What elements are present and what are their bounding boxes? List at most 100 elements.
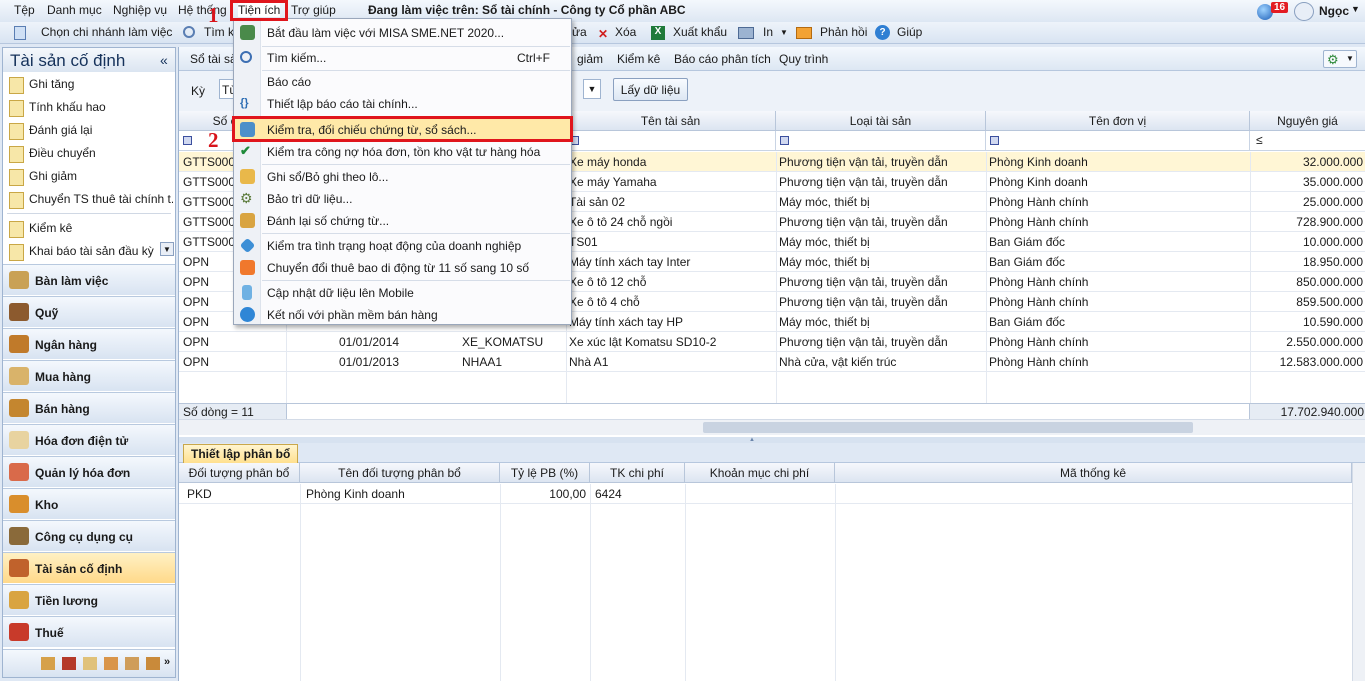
menu-item-connect-sales-software[interactable]: Kết nối với phần mềm bán hàng [234,304,571,326]
shortcut-einvoice-icon[interactable] [83,657,97,670]
print-button[interactable]: In [763,25,773,39]
module-thue[interactable]: Thuế [3,616,175,647]
menu-system[interactable]: Hệ thống [178,3,227,17]
cell-unit: Ban Giám đốc [989,315,1066,329]
subtab-ghi-giam[interactable]: giảm [577,52,603,66]
menu-catalog[interactable]: Danh mục [47,3,102,17]
feedback-button[interactable]: Phản hồi [820,25,867,39]
menu-help[interactable]: Trợ giúp [291,3,336,17]
menu-item-financial-report-setup[interactable]: {} Thiết lập báo cáo tài chính... [234,93,571,115]
filter-cell-unit-name[interactable] [986,131,1250,151]
detail-vertical-scrollbar[interactable] [1352,463,1365,681]
menu-item-check-debt-inventory[interactable]: ✔ Kiểm tra công nợ hóa đơn, tồn kho vật t… [234,141,571,163]
module-hoa-don-dien-tu[interactable]: Hóa đơn điện tử [3,424,175,455]
toolbar: Chọn chi nhánh làm việc Tìm k ửa ✕ Xóa X… [0,22,1365,44]
column-header-asset-type[interactable]: Loại tài sản [776,111,986,131]
cell-code: NHAA1 [462,355,503,369]
menu-item-update-mobile[interactable]: Cập nhật dữ liệu lên Mobile [234,282,571,304]
cell-doc: OPN [183,335,210,349]
link-ghi-giam[interactable]: Ghi giảm [7,166,173,188]
module-kho[interactable]: Kho [3,488,175,519]
menu-item-renumber-documents[interactable]: Đánh lại số chứng từ... [234,210,571,232]
subtab-quy-trinh[interactable]: Quy trình [779,52,828,66]
detail-header-object-name[interactable]: Tên đối tượng phân bổ [300,463,500,483]
subtab-kiem-ke[interactable]: Kiểm kê [617,52,660,66]
print-chevron-icon[interactable]: ▼ [780,28,788,37]
link-tinh-khau-hao[interactable]: Tính khấu hao [7,97,173,119]
column-header-label: Nguyên giá [1277,114,1338,128]
detail-header-rate[interactable]: Tỷ lệ PB (%) [500,463,590,483]
module-cong-cu-dung-cu[interactable]: Công cụ dụng cụ [3,520,175,551]
filter-cell-asset-name[interactable] [566,131,776,151]
module-ngan-hang[interactable]: Ngân hàng [3,328,175,359]
module-tien-luong[interactable]: Tiền lương [3,584,175,615]
link-chuyen-ts-thue-tai-chinh[interactable]: Chuyển TS thuê tài chính t... [7,189,173,211]
menu-item-start-misa[interactable]: Bắt đầu làm việc với MISA SME.NET 2020..… [234,22,571,44]
shortcut-payroll-icon[interactable] [146,657,160,670]
menu-file[interactable]: Tệp [14,3,35,17]
module-ban-lam-viec[interactable]: Bàn làm việc [3,264,175,295]
link-khai-bao-tai-san-dau-ky[interactable]: Khai báo tài sản đầu kỳ [7,241,173,263]
menu-item-search[interactable]: Tìm kiếm... Ctrl+F [234,47,571,69]
user-name[interactable]: Ngọc [1319,4,1349,18]
shortcut-invoice-icon[interactable] [62,657,76,670]
cash-box-icon [9,303,29,321]
user-avatar-icon[interactable] [1294,2,1314,21]
edit-button[interactable]: ửa [572,25,587,39]
column-header-original-cost[interactable]: Nguyên giá [1250,111,1365,131]
table-row[interactable]: OPN 01/01/2013 NHAA1 Nhà A1 Nhà cửa, vật kiế… [179,352,1365,372]
menu-operations[interactable]: Nghiệp vụ [113,3,167,17]
menu-item-convert-mobile-numbers[interactable]: Chuyển đổi thuê bao di động từ 11 số san… [234,257,571,279]
horizontal-scrollbar[interactable] [179,419,1365,435]
module-quan-ly-hoa-don[interactable]: Quản lý hóa đơn [3,456,175,487]
cell-unit: Phòng Hành chính [989,275,1089,289]
table-row[interactable]: OPN 01/01/2014 XE_KOMATSU Xe xúc lật Komats… [179,332,1365,352]
collapse-panel-icon[interactable]: « [160,52,168,68]
module-tai-san-co-dinh[interactable]: Tài sản cố định [3,552,175,583]
user-chevron-icon[interactable]: ▼ [1351,4,1360,14]
detail-row[interactable]: PKD Phòng Kinh doanh 100,00 6424 [179,484,1352,504]
link-ghi-tang[interactable]: Ghi tăng [7,74,173,96]
detail-header-stat-code[interactable]: Mã thống kê [835,463,1352,483]
filter-cell-asset-type[interactable] [776,131,986,151]
subtab-so-tai-san[interactable]: Sổ tài sả [190,52,237,66]
detail-header-expense-item[interactable]: Khoản mục chi phí [685,463,835,483]
delete-button[interactable]: Xóa [615,25,636,39]
link-kiem-ke[interactable]: Kiểm kê [7,218,173,240]
menu-item-label: Kết nối với phần mềm bán hàng [267,308,438,322]
link-dieu-chuyen[interactable]: Điều chuyển [7,143,173,165]
bank-icon [9,335,29,353]
mobile-phone-icon [242,285,252,300]
more-modules-icon[interactable]: » [164,656,170,668]
subtab-bao-cao-phan-tich[interactable]: Báo cáo phân tích [674,52,771,66]
module-mua-hang[interactable]: Mua hàng [3,360,175,391]
settings-button[interactable]: ⚙ ▼ [1323,50,1357,68]
column-header-asset-name[interactable]: Tên tài sản [566,111,776,131]
menu-item-data-maintenance[interactable]: ⚙ Bảo trì dữ liệu... [234,188,571,210]
links-scroll-down-icon[interactable]: ▼ [160,242,174,256]
detail-header-expense-account[interactable]: TK chi phí [590,463,685,483]
help-button[interactable]: Giúp [897,25,922,39]
module-label: Quỹ [35,306,59,320]
export-button[interactable]: Xuất khẩu [673,25,727,39]
module-ban-hang[interactable]: Bán hàng [3,392,175,423]
get-data-button[interactable]: Lấy dữ liệu [613,78,688,101]
menu-item-batch-posting[interactable]: Ghi sổ/Bỏ ghi theo lô... [234,166,571,188]
shortcut-warehouse-icon[interactable] [104,657,118,670]
module-quy[interactable]: Quỹ [3,296,175,327]
detail-header-object[interactable]: Đối tượng phân bổ [179,463,300,483]
link-danh-gia-lai[interactable]: Đánh giá lại [7,120,173,142]
branch-icon [14,26,26,40]
shortcut-sales-icon[interactable] [41,657,55,670]
filter-cell-original-cost[interactable]: ≤ [1250,131,1365,151]
cell-doc: OPN [183,355,210,369]
choose-branch-button[interactable]: Chọn chi nhánh làm việc [41,25,172,39]
menu-item-check-business-status[interactable]: Kiểm tra tình trạng hoạt động của doanh … [234,235,571,257]
tab-allocation-setup[interactable]: Thiết lập phân bổ [183,444,299,464]
menu-item-reports[interactable]: Báo cáo [234,71,571,93]
period-dropdown-icon[interactable]: ▼ [583,79,601,99]
scrollbar-thumb[interactable] [703,422,1193,433]
column-header-unit-name[interactable]: Tên đơn vị [986,111,1250,131]
shortcut-tools-icon[interactable] [125,657,139,670]
menu-item-label: Tìm kiếm... [267,51,327,65]
